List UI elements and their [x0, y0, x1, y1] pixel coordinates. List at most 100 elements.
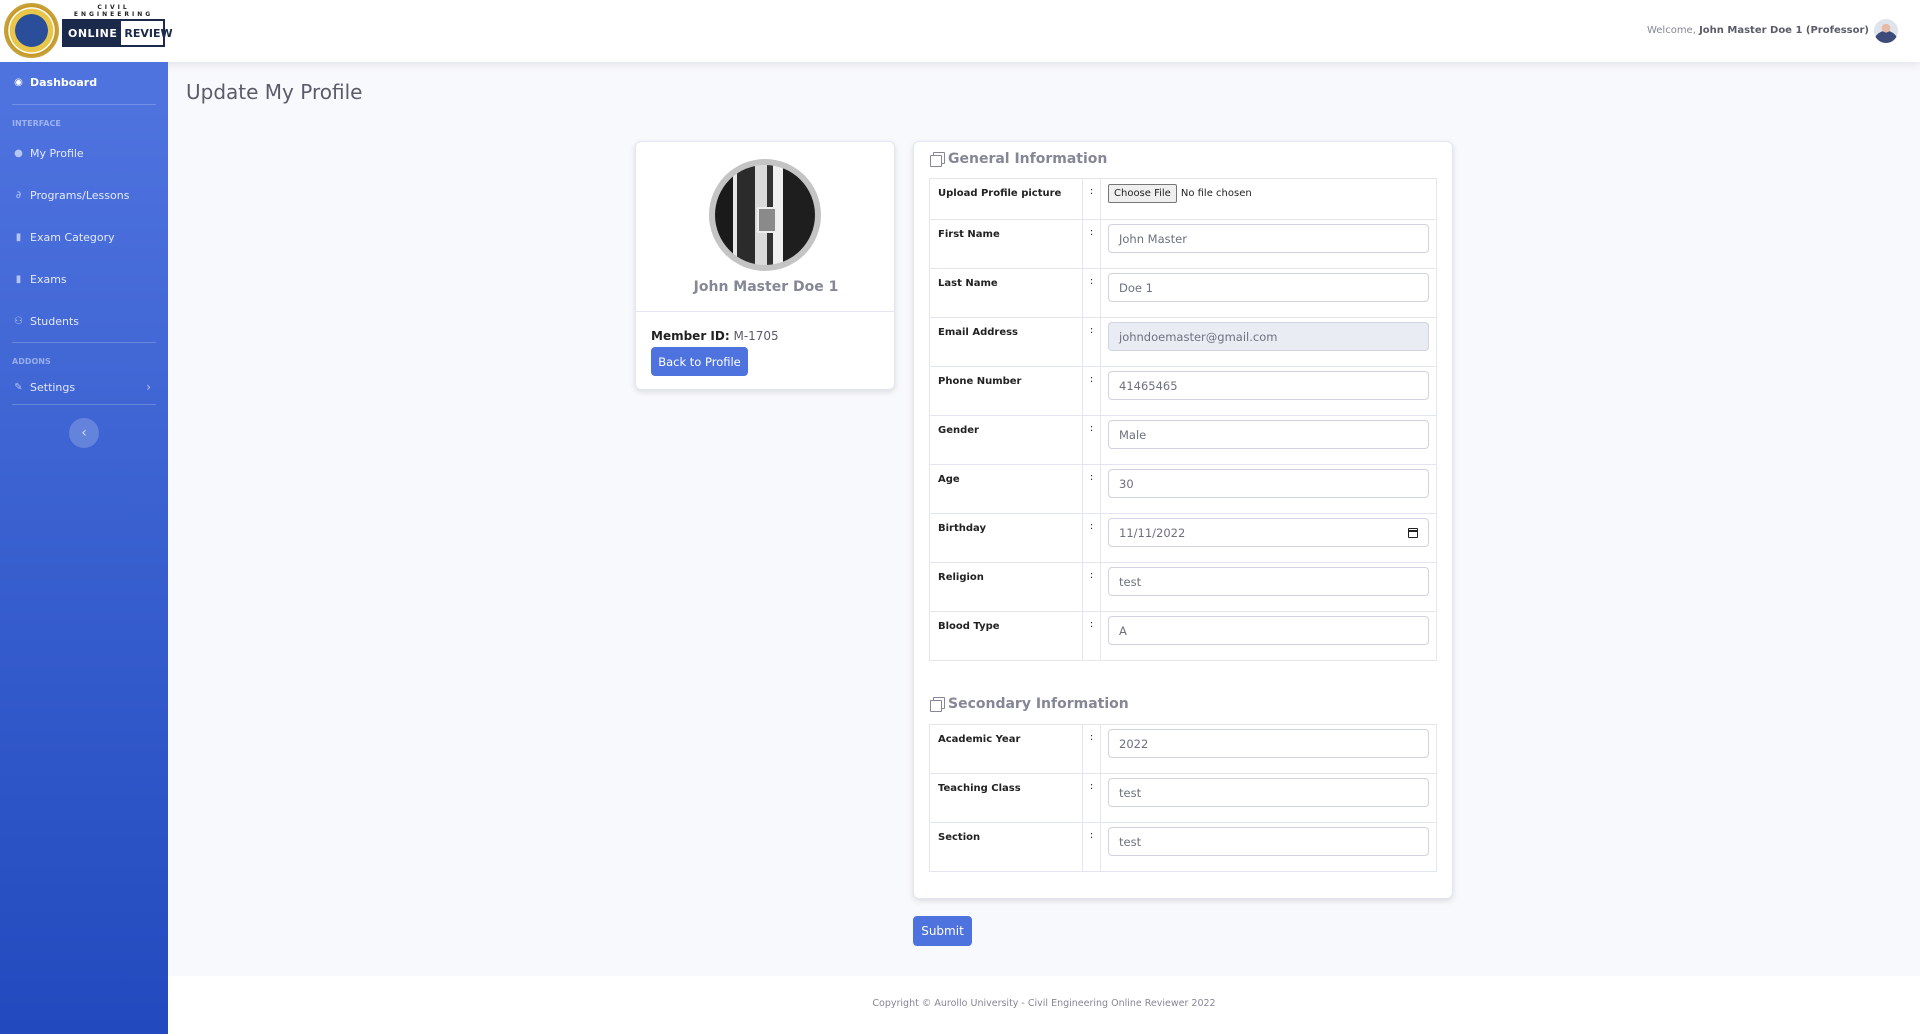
copy-icon — [930, 152, 945, 167]
field-value-cell: John Master — [1100, 219, 1437, 269]
university-seal-icon — [4, 3, 59, 58]
colon: : — [1082, 317, 1101, 367]
secondary-information-title: Secondary Information — [930, 696, 1129, 712]
member-id-label: Member ID: — [651, 329, 730, 343]
logo-box: ONLINE REVIEW — [62, 19, 173, 47]
form-row-blood-type: Blood Type : A — [929, 611, 1437, 661]
footer: Copyright © Aurollo University - Civil E… — [168, 976, 1920, 1034]
field-value-cell: 30 — [1100, 464, 1437, 514]
field-value-cell: 41465465 — [1100, 366, 1437, 416]
topbar: Welcome, John Master Doe 1 (Professor) — [0, 0, 1920, 62]
member-id: Member ID: M-1705 — [651, 329, 779, 343]
user-avatar[interactable] — [1874, 19, 1898, 43]
form-row-gender: Gender : Male — [929, 415, 1437, 465]
field-value-cell: test — [1100, 773, 1437, 823]
colon: : — [1082, 219, 1101, 269]
field-label: First Name — [929, 219, 1083, 269]
submit-button[interactable]: Submit — [913, 916, 972, 946]
colon: : — [1082, 464, 1101, 514]
field-value-cell: Male — [1100, 415, 1437, 465]
sidebar-item-dashboard[interactable]: ◉ Dashboard — [0, 70, 168, 94]
field-label: Birthday — [929, 513, 1083, 563]
gender-input[interactable]: Male — [1108, 420, 1429, 449]
sidebar-divider — [12, 104, 156, 105]
sidebar-item-my-profile[interactable]: ● My Profile — [0, 132, 168, 174]
form-row-age: Age : 30 — [929, 464, 1437, 514]
logo-subtitle: CIVIL ENGINEERING — [73, 4, 154, 18]
form-row-religion: Religion : test — [929, 562, 1437, 612]
colon: : — [1082, 268, 1101, 318]
phone-number-input[interactable]: 41465465 — [1108, 371, 1429, 400]
blood-type-input[interactable]: A — [1108, 616, 1429, 645]
sidebar-item-label: Exam Category — [30, 230, 115, 244]
field-label: Blood Type — [929, 611, 1083, 661]
sidebar-heading-addons: ADDONS — [12, 357, 51, 366]
page-title: Update My Profile — [186, 80, 363, 104]
profile-name: John Master Doe 1 — [693, 279, 839, 295]
copy-icon — [930, 697, 945, 712]
general-information-title: General Information — [930, 151, 1107, 167]
sidebar: CIVIL ENGINEERING ONLINE REVIEW ◉ Dashbo… — [0, 0, 173, 1034]
logo-text: CIVIL ENGINEERING ONLINE REVIEW — [62, 4, 173, 47]
colon: : — [1082, 822, 1101, 872]
welcome-text: Welcome, John Master Doe 1 (Professor) — [1647, 25, 1869, 36]
sidebar-toggle-button[interactable]: ‹ — [69, 418, 99, 448]
first-name-input[interactable]: John Master — [1108, 224, 1429, 253]
profile-picture — [709, 159, 821, 271]
field-value-cell: Doe 1 — [1100, 268, 1437, 318]
form-row-first-name: First Name : John Master — [929, 219, 1437, 269]
colon: : — [1082, 366, 1101, 416]
colon: : — [1082, 562, 1101, 612]
form-row-teaching-class: Teaching Class : test — [929, 773, 1437, 823]
general-information-table: Upload Profile picture : Choose File No … — [929, 178, 1437, 661]
field-value-cell: 2022 — [1100, 724, 1437, 774]
sidebar-item-label: Students — [30, 314, 80, 328]
file-icon: ▮ — [15, 231, 22, 243]
colon: : — [1082, 724, 1101, 774]
academic-year-input[interactable]: 2022 — [1108, 729, 1429, 758]
email-field: johndoemaster@gmail.com — [1108, 322, 1429, 351]
sidebar-item-label: Exams — [30, 272, 67, 286]
field-label: Last Name — [929, 268, 1083, 318]
colon: : — [1082, 611, 1101, 661]
welcome-user[interactable]: John Master Doe 1 (Professor) — [1699, 25, 1869, 36]
section-title-text: General Information — [948, 151, 1108, 167]
field-label: Academic Year — [929, 724, 1083, 774]
logo-online: ONLINE — [64, 21, 122, 45]
field-label: Phone Number — [929, 366, 1083, 416]
brand-logo[interactable]: CIVIL ENGINEERING ONLINE REVIEW — [0, 0, 173, 62]
welcome-prefix: Welcome, — [1646, 25, 1696, 36]
sidebar-item-label: Dashboard — [30, 75, 98, 89]
sidebar-divider — [12, 404, 156, 405]
colon: : — [1082, 415, 1101, 465]
birthday-date-input[interactable]: 11/11/2022 — [1108, 518, 1429, 547]
field-label: Teaching Class — [929, 773, 1083, 823]
sidebar-item-label: Settings — [30, 380, 76, 394]
sidebar-item-exams[interactable]: ▮ Exams — [0, 258, 168, 300]
sidebar-item-students[interactable]: ⚇ Students — [0, 300, 168, 342]
profile-image — [715, 165, 815, 265]
last-name-input[interactable]: Doe 1 — [1108, 273, 1429, 302]
profile-card: John Master Doe 1 Member ID: M-1705 Back… — [635, 141, 895, 390]
sidebar-item-exam-category[interactable]: ▮ Exam Category — [0, 216, 168, 258]
section-input[interactable]: test — [1108, 827, 1429, 856]
profile-form-card: General Information Upload Profile pictu… — [913, 141, 1453, 899]
users-icon: ⚇ — [14, 315, 23, 327]
calendar-icon[interactable] — [1408, 527, 1418, 538]
birthday-value: 11/11/2022 — [1119, 525, 1186, 540]
colon: : — [1082, 773, 1101, 823]
file-status: No file chosen — [1180, 188, 1252, 199]
religion-input[interactable]: test — [1108, 567, 1429, 596]
chevron-left-icon: ‹ — [81, 425, 87, 441]
teaching-class-input[interactable]: test — [1108, 778, 1429, 807]
field-label: Section — [929, 822, 1083, 872]
field-label: Age — [929, 464, 1083, 514]
age-input[interactable]: 30 — [1108, 469, 1429, 498]
choose-file-button[interactable]: Choose File — [1108, 184, 1177, 203]
sidebar-item-settings[interactable]: ✎ Settings › — [0, 370, 168, 404]
back-to-profile-button[interactable]: Back to Profile — [651, 347, 748, 376]
field-value-cell: A — [1100, 611, 1437, 661]
form-row-birthday: Birthday : 11/11/2022 — [929, 513, 1437, 563]
card-divider — [636, 311, 894, 312]
sidebar-item-programs-lessons[interactable]: ∂ Programs/Lessons — [0, 174, 168, 216]
